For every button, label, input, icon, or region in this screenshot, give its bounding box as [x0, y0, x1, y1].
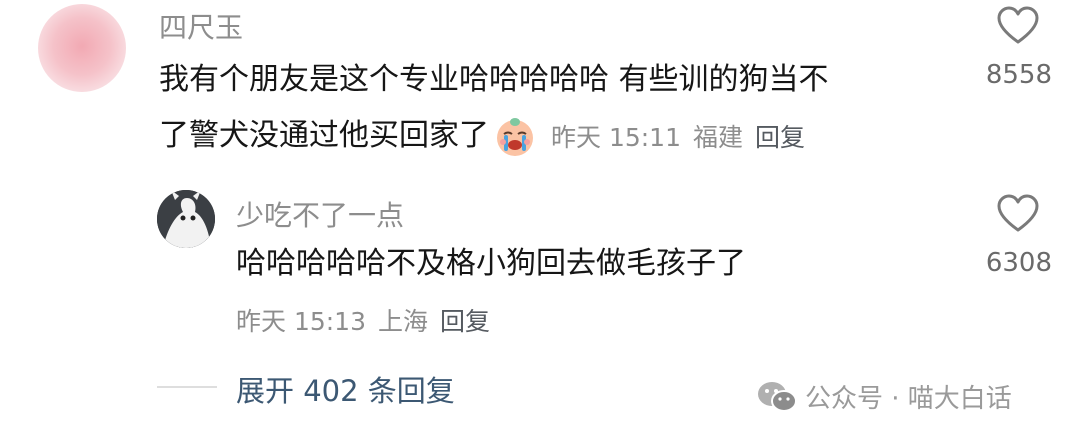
reply-like-button[interactable]: [996, 194, 1040, 234]
comment-text-line1: 我有个朋友是这个专业哈哈哈哈哈 有些训的狗当不: [159, 62, 829, 97]
reply-like-count: 6308: [985, 248, 1052, 278]
comment-reply-button[interactable]: 回复: [755, 118, 805, 154]
like-count: 8558: [985, 60, 1052, 90]
reply-text: 哈哈哈哈哈不及格小狗回去做毛孩子了: [236, 246, 746, 281]
reply-reply-button[interactable]: 回复: [440, 302, 490, 338]
comment-time: 昨天 15:11: [551, 123, 681, 152]
comment-text-line2: 了警犬没通过他买回家了: [159, 118, 489, 153]
expand-replies-button[interactable]: 展开 402 条回复: [236, 368, 455, 410]
watermark-text: 公众号 · 喵大白话: [805, 384, 1012, 414]
comment-author[interactable]: 四尺玉: [159, 6, 243, 46]
reply-location: 上海: [378, 307, 429, 336]
like-button[interactable]: [996, 6, 1040, 46]
watermark: 公众号 · 喵大白话: [757, 378, 1012, 415]
reply-time: 昨天 15:13: [236, 307, 366, 336]
heart-icon: [997, 6, 1039, 44]
heart-icon: [997, 194, 1039, 232]
reply-avatar[interactable]: [157, 190, 215, 248]
crying-face-emoji-icon: [493, 114, 537, 162]
reply-author[interactable]: 少吃不了一点: [236, 194, 404, 234]
divider: [157, 386, 217, 388]
comment-location: 福建: [693, 123, 744, 152]
avatar[interactable]: [38, 4, 126, 92]
wechat-icon: [758, 381, 797, 412]
